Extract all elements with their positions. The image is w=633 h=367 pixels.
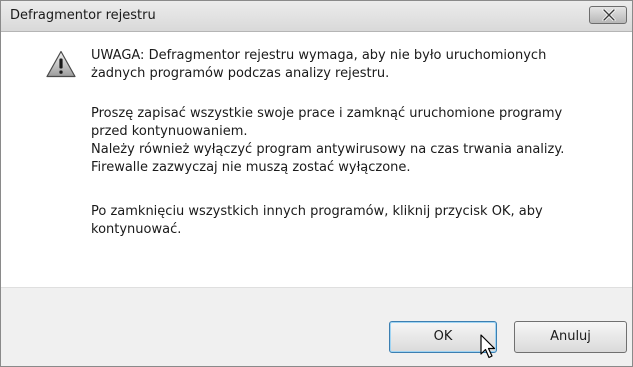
continue-paragraph: Po zamknięciu wszystkich innych programó… bbox=[91, 203, 611, 239]
close-button[interactable] bbox=[589, 6, 627, 24]
warning-triangle-icon bbox=[46, 50, 76, 82]
window-title: Defragmentor rejestru bbox=[10, 8, 156, 23]
mouse-pointer-icon bbox=[480, 334, 498, 364]
message-line: kontynuować. bbox=[91, 222, 182, 237]
message-line: żadnych programów podczas analizy rejest… bbox=[91, 66, 390, 81]
message-line: Proszę zapisać wszystkie swoje prace i z… bbox=[91, 106, 563, 121]
message-line: Należy również wyłączyć program antywiru… bbox=[91, 142, 565, 157]
instructions-paragraph: Proszę zapisać wszystkie swoje prace i z… bbox=[91, 105, 611, 177]
title-bar[interactable]: Defragmentor rejestru bbox=[1, 1, 632, 32]
message-line: Firewalle zazwyczaj nie muszą zostać wył… bbox=[91, 160, 411, 175]
warning-paragraph: UWAGA: Defragmentor rejestru wymaga, aby… bbox=[91, 47, 611, 83]
dialog-window: Defragmentor rejestru UWAGA: Defragmento… bbox=[0, 0, 633, 367]
message-line: UWAGA: Defragmentor rejestru wymaga, aby… bbox=[91, 48, 547, 63]
message-line: Po zamknięciu wszystkich innych programó… bbox=[91, 204, 543, 219]
message-line: przed kontynuowaniem. bbox=[91, 124, 248, 139]
close-x-icon bbox=[602, 9, 616, 21]
cancel-button[interactable]: Anuluj bbox=[514, 321, 627, 353]
